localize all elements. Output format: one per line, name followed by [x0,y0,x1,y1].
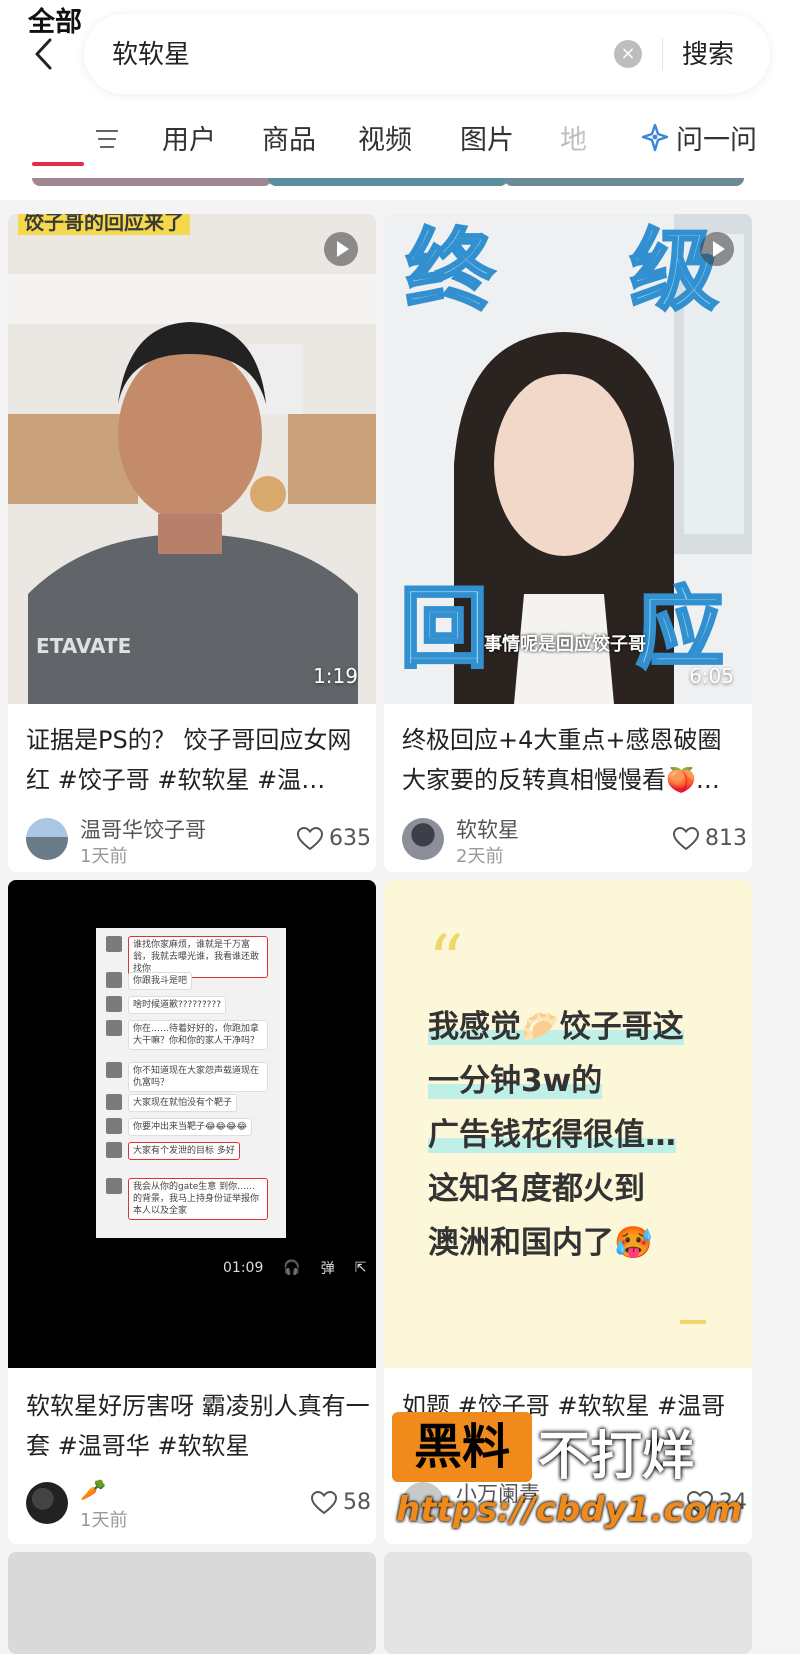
note-line: 澳洲和国内了🥵 [428,1225,653,1261]
top-bar: 软软星 × 搜索 全部 用户 商品 视频 图片 地 问一问 [0,0,800,200]
chat-message: 你跟我斗是吧 [128,972,193,990]
next-card-right[interactable] [384,1552,752,1654]
video-thumbnail: 饺子哥的回应来了 ETAVATE 1:19 [8,214,376,704]
author-name[interactable]: 软软星 [456,814,519,844]
note-text: 我感觉🥟饺子哥这 一分钟3w的 广告钱花得很值… 这知名度都火到 澳洲和国内了🥵 [428,1000,728,1270]
chip-2[interactable] [268,178,508,186]
watermark-text: 不打烊 [538,1427,695,1487]
search-divider [662,38,663,70]
overlay-big-text-1: 终 [404,218,495,324]
video-duration: 6:05 [689,664,734,688]
search-button[interactable]: 搜索 [682,34,734,71]
headphone-icon[interactable]: 🎧 [283,1260,300,1276]
note-line: 这知名度都火到 [428,1171,645,1207]
post-time: 2天前 [456,846,504,867]
chat-message: 大家现在就怕没有个靶子 [128,1094,238,1112]
tab-images[interactable]: 图片 [460,118,514,157]
card-title: 软软星好厉害呀 霸凌别人真有一套 #温哥华 #软软星 [26,1392,370,1460]
sparkle-icon [641,123,669,151]
tabs-fade [575,112,630,162]
clear-icon[interactable]: × [614,40,642,68]
post-time: 1天前 [80,1510,128,1531]
subtitle-caption: 事情呢是回应饺子哥 [484,634,646,655]
play-icon [700,232,734,266]
like-button[interactable]: 635 [297,826,371,851]
danmu-toggle[interactable]: 弹 [321,1258,335,1278]
like-button[interactable]: 813 [673,826,747,851]
avatar[interactable] [402,818,444,860]
heart-icon [311,1490,337,1514]
like-count: 58 [343,1490,371,1515]
chat-message: 啥时候道歉????????? [128,996,226,1014]
player-time: 01:09 [223,1260,264,1276]
watermark-url: https://cbdy1.com [396,1490,743,1530]
quote-mark: “ [428,920,464,1002]
next-card-left[interactable] [8,1552,376,1654]
tab-videos[interactable]: 视频 [358,118,412,157]
chat-screenshot: 谁找你家麻烦，谁就是千万富翁，我就去曝光谁，我看谁还敢找你 你跟我斗是吧 啥时候… [96,928,286,1238]
card-meta: 温哥华饺子哥 1天前 635 [26,814,371,867]
card-meta: 软软星 2天前 813 [402,814,747,867]
avatar[interactable] [26,1482,68,1524]
like-count: 635 [329,826,371,851]
chip-3[interactable] [504,178,744,186]
chat-message: 我会从你的gate生意 到你……的背景，我马上持身份证举报你本人以及全家 [128,1178,268,1220]
back-button[interactable] [28,34,58,74]
watermark-box: 黑料 [392,1412,532,1482]
heart-icon [673,826,699,850]
overlay-big-text-3: 回 [398,576,489,682]
search-bar[interactable]: 软软星 × 搜索 [84,14,770,94]
chat-message: 你要冲出来当靶子😂😂😂😂 [128,1118,253,1136]
author-name[interactable]: 温哥华饺子哥 [80,814,206,844]
chip-row [32,178,792,186]
player-controls: 01:09 🎧 弹 ⇱ [223,1258,367,1278]
card-title: 终极回应+4大重点+感恩破圈 大家要的反转真相慢慢看🍑… [402,726,722,794]
tab-users[interactable]: 用户 [162,118,216,157]
search-input[interactable]: 软软星 [112,34,190,71]
share-icon[interactable]: ⇱ [355,1260,367,1276]
note-line: 一分钟3w的 [428,1063,603,1099]
ask-label: 问一问 [676,125,757,156]
video-card-1[interactable]: 饺子哥的回应来了 ETAVATE 1:19 证据是PS的？ 饺子哥回应女网红 #… [8,214,376,872]
like-button[interactable]: 58 [311,1490,371,1515]
video-card-3[interactable]: 谁找你家麻烦，谁就是千万富翁，我就去曝光谁，我看谁还敢找你 你跟我斗是吧 啥时候… [8,880,376,1544]
overlay-big-text-2: 级 [628,218,719,324]
video-thumbnail: 谁找你家麻烦，谁就是千万富翁，我就去曝光谁，我看谁还敢找你 你跟我斗是吧 啥时候… [8,880,376,1368]
watermark: 黑料 不打烊 https://cbdy1.com [392,1412,742,1542]
chevron-left-icon [35,38,52,70]
like-count: 813 [705,826,747,851]
filter-icon[interactable] [96,128,124,152]
heart-icon [297,826,323,850]
decor-dash [680,1320,706,1324]
chat-message: 大家有个发泄的目标 多好 [128,1142,240,1160]
active-tab-indicator [32,162,84,166]
chip-1[interactable] [32,178,272,186]
post-time: 1天前 [80,846,128,867]
video-thumbnail: 终 级 回 应 事情呢是回应饺子哥 6:05 [384,214,752,704]
note-line: 我感觉🥟饺子哥这 [428,1009,684,1045]
play-icon [324,232,358,266]
avatar[interactable] [26,818,68,860]
ask-button[interactable]: 问一问 [640,118,757,157]
video-duration: 1:19 [313,664,358,688]
tab-all[interactable]: 全部 [28,0,82,39]
video-card-2[interactable]: 终 级 回 应 事情呢是回应饺子哥 6:05 终极回应+4大重点+感恩破圈 大家… [384,214,752,872]
author-name[interactable]: 🥕 [80,1478,106,1503]
overlay-caption: 饺子哥的回应来了 [18,214,190,235]
note-thumbnail: “ 我感觉🥟饺子哥这 一分钟3w的 广告钱花得很值… 这知名度都火到 澳洲和国内… [384,880,752,1368]
chat-message: 你不知道现在大家怨声载道现在仇富吗？ [128,1062,268,1092]
card-meta: 🥕 1天前 58 [26,1478,371,1531]
shirt-logo: ETAVATE [36,634,132,658]
chat-message: 你在……待着好好的，你跑加拿大干嘛？你和你的家人干净吗？ [128,1020,268,1050]
note-line: 广告钱花得很值… [428,1117,676,1153]
tab-products[interactable]: 商品 [262,118,316,157]
card-title: 证据是PS的？ 饺子哥回应女网红 #饺子哥 #软软星 #温… [26,726,352,794]
